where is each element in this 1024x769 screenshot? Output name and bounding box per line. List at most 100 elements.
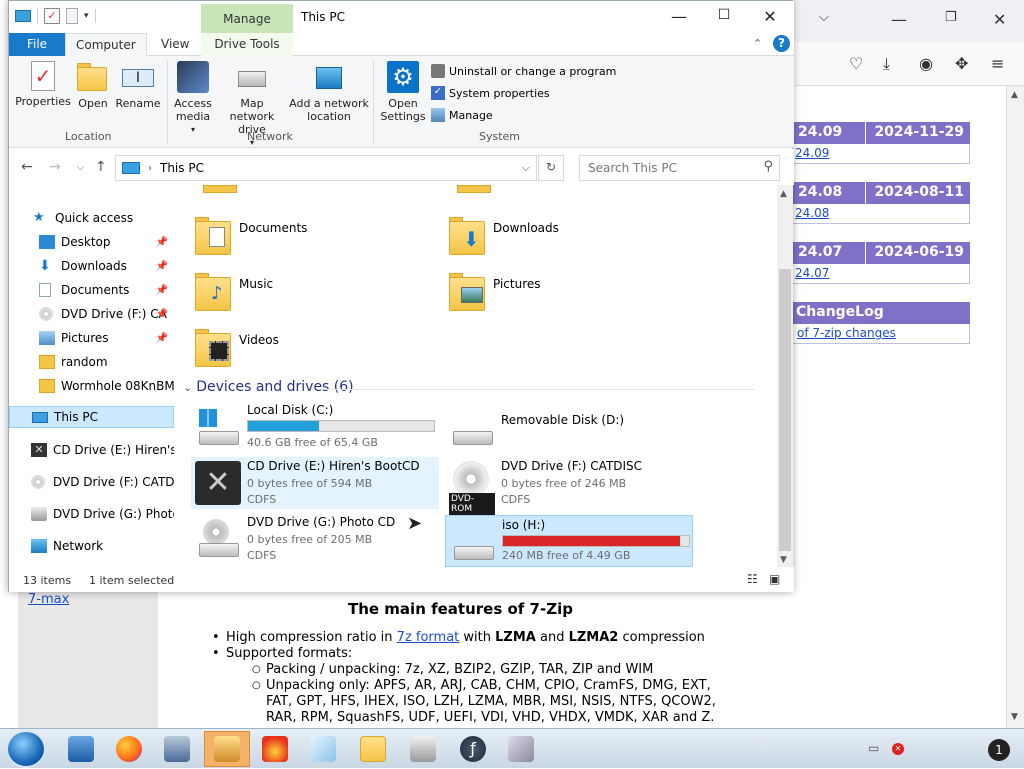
release-link[interactable]: 24.09 [795,146,829,160]
manage-button[interactable]: Manage [431,108,493,122]
start-button[interactable] [6,730,46,768]
account-icon[interactable]: ◉ [919,54,933,73]
recent-locations-icon[interactable]: ⌵ [77,163,84,173]
nav-dvd-f-pinned[interactable]: DVD Drive (F:) CA 📌 [9,303,174,325]
close-button[interactable]: ✕ [993,10,1006,29]
7z-format-link[interactable]: 7z format [397,630,460,645]
drive-f[interactable]: DVD-ROM DVD Drive (F:) CATDISC 0 bytes f… [445,457,693,515]
nav-this-pc[interactable]: This PC [9,406,174,428]
tab-drive-tools[interactable]: Drive Tools [201,33,293,56]
nav-dvd-drive-f[interactable]: DVD Drive (F:) CATDIS [9,471,174,493]
folder-music[interactable]: ♪ Music [175,269,415,321]
pin-icon[interactable]: 📌 [156,309,168,320]
minimize-button[interactable]: — [664,7,694,26]
taskbar-app-photos[interactable] [498,731,544,767]
system-properties-button[interactable]: ✓ System properties [431,86,550,100]
taskbar-app-flash[interactable]: ƒ [450,731,496,767]
uninstall-program-button[interactable]: Uninstall or change a program [431,64,616,78]
forward-arrow-icon[interactable]: → [49,159,61,175]
pin-icon[interactable]: 📌 [156,285,168,296]
settings-gear-icon: ⚙ [387,61,419,93]
nav-downloads[interactable]: ⬇ Downloads 📌 [9,255,174,277]
breadcrumb-chevron-icon[interactable]: › [148,163,152,174]
tab-list-chevron-icon[interactable]: ⌵ [819,10,829,25]
taskbar-app-notes[interactable] [300,731,346,767]
changelog-box: ChangeLog of 7-zip changes [790,302,970,344]
nav-desktop[interactable]: Desktop 📌 [9,231,174,253]
taskbar-app-drive[interactable] [400,731,446,767]
tab-file[interactable]: File [9,33,65,56]
ribbon: ✓ Properties Open I Rename Location Acce… [9,56,794,148]
refresh-button[interactable]: ↻ [538,155,564,181]
drive-g[interactable]: DVD Drive (G:) Photo CD 0 bytes free of … [191,513,439,565]
seven-max-link[interactable]: 7-max [28,592,69,607]
download-icon[interactable]: ⤓ [883,54,890,74]
taskbar-app-firefox[interactable] [106,731,152,767]
access-media-button[interactable]: Access media ▾ [173,61,213,136]
folder-downloads[interactable]: ⬇ Downloads [429,213,669,265]
customize-qat-icon[interactable]: ▾ [84,11,89,21]
close-button[interactable]: ✕ [755,7,785,26]
manage-contextual-tab: Manage [201,4,293,33]
minimize-button[interactable]: — [891,10,907,29]
rename-button[interactable]: I Rename [115,61,161,110]
drive-e[interactable]: ✕ CD Drive (E:) Hiren's BootCD 0 bytes f… [191,457,439,509]
up-arrow-icon[interactable]: ↑ [95,159,107,175]
maximize-button[interactable]: ☐ [709,7,739,23]
pin-icon[interactable]: 📌 [156,333,168,344]
add-network-location-button[interactable]: Add a network location [289,61,369,123]
details-view-icon[interactable]: ☷ [747,572,758,586]
scroll-thumb[interactable] [779,269,791,551]
pocket-icon[interactable]: ♡ [849,54,863,73]
taskbar-app-file-explorer[interactable] [350,731,396,767]
taskbar-app-network[interactable] [154,731,200,767]
nav-network[interactable]: Network [9,535,174,557]
restore-button[interactable]: ❐ [945,10,957,25]
search-input[interactable]: Search This PC ⚲ [579,155,780,181]
large-icons-view-icon[interactable]: ▣ [769,572,780,586]
drive-d[interactable]: Removable Disk (D:) [445,401,693,453]
tab-computer[interactable]: Computer [65,33,147,57]
menu-icon[interactable]: ≡ [991,54,1004,73]
monitor-icon[interactable]: ▭ [868,741,879,755]
release-link[interactable]: 24.07 [795,266,829,280]
open-button[interactable]: Open [73,61,113,110]
nav-pictures[interactable]: Pictures 📌 [9,327,174,349]
properties-button[interactable]: ✓ Properties [15,61,71,108]
help-icon[interactable]: ? [773,35,790,52]
nav-quick-access[interactable]: ★ Quick access [9,207,174,229]
folder-pictures[interactable]: Pictures [429,269,669,321]
nav-random[interactable]: random [9,351,174,373]
notification-count-badge[interactable]: 1 [988,739,1010,761]
back-arrow-icon[interactable]: ← [21,159,33,175]
content-scrollbar[interactable]: ▲ ▼ [777,185,793,567]
changelog-link[interactable]: of 7-zip changes [797,326,896,340]
folder-videos[interactable]: Videos [175,325,415,377]
breadcrumb[interactable]: This PC [160,161,204,175]
folder-documents[interactable]: Documents [175,213,415,265]
tab-view[interactable]: View [151,33,199,56]
nav-dvd-drive-g[interactable]: DVD Drive (G:) Photo [9,503,174,525]
pin-icon[interactable]: 📌 [156,261,168,272]
browser-scrollbar[interactable]: ▲ ▼ [1006,86,1024,728]
drive-h[interactable]: iso (H:) 240 MB free of 4.49 GB [445,515,693,567]
address-dropdown-icon[interactable]: ⌵ [522,161,530,175]
error-badge-icon[interactable]: ✕ [892,743,904,755]
collapse-ribbon-icon[interactable]: ⌃ [753,37,762,50]
folder-partial-icon [457,185,491,193]
taskbar-app-flame[interactable] [252,731,298,767]
nav-wormhole[interactable]: Wormhole 08KnBM [9,375,174,397]
nav-documents[interactable]: Documents 📌 [9,279,174,301]
devices-group-header[interactable]: ⌄ Devices and drives (6) [183,379,354,395]
pin-icon[interactable]: 📌 [156,237,168,248]
nav-cd-drive-e[interactable]: ✕CD Drive (E:) Hiren's B [9,439,174,461]
taskbar-app-explorer-computer[interactable] [58,731,104,767]
release-link[interactable]: 24.08 [795,206,829,220]
taskbar-app-active[interactable] [204,731,250,767]
address-field[interactable]: › This PC ⌵ [115,155,537,181]
new-folder-qat-icon[interactable] [66,8,78,24]
extensions-icon[interactable]: ✥ [955,54,968,73]
properties-qat-icon[interactable]: ✓ [44,8,60,24]
drive-c[interactable]: Local Disk (C:) 40.6 GB free of 65.4 GB [191,401,439,453]
open-settings-button[interactable]: ⚙ Open Settings [379,61,427,123]
